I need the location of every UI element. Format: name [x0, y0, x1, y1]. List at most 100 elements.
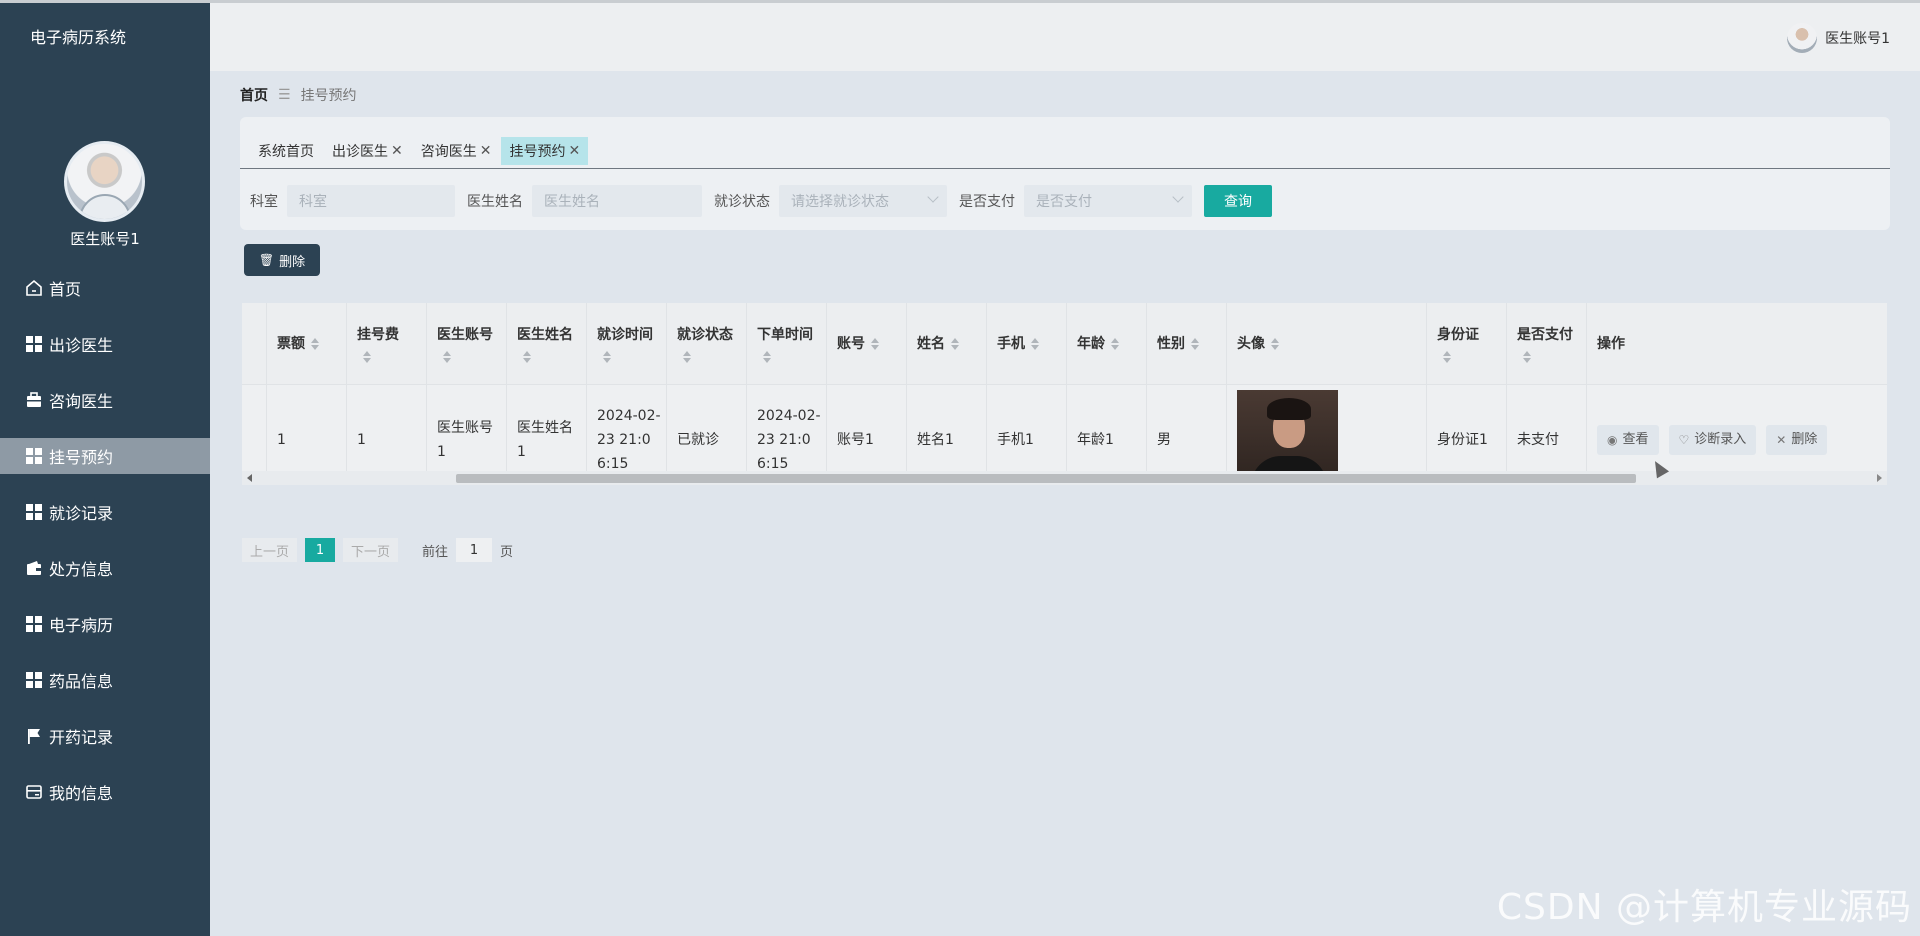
- tab-label: 咨询医生: [421, 141, 477, 161]
- sidebar-item-visit-records[interactable]: 就诊记录: [0, 494, 210, 530]
- sort-icon[interactable]: [1443, 351, 1451, 363]
- scroll-left-icon[interactable]: [247, 474, 252, 482]
- table-header-cell[interactable]: 票额: [267, 303, 346, 385]
- breadcrumb-home[interactable]: 首页: [240, 85, 268, 105]
- table-body: 票额 1 挂号费 1 医生账号 医生账号1 医生姓名 医生姓名1 就诊时间 20…: [242, 303, 1887, 485]
- doctor-name-input[interactable]: 医生姓名: [532, 185, 702, 217]
- visit-status-select[interactable]: 请选择就诊状态: [779, 185, 947, 217]
- table-header-cell[interactable]: 账号: [827, 303, 906, 385]
- sidebar-item-medical-record[interactable]: 电子病历: [0, 606, 210, 642]
- department-label: 科室: [250, 191, 278, 211]
- sort-icon[interactable]: [763, 351, 771, 363]
- page-number-current[interactable]: 1: [305, 538, 335, 562]
- breadcrumb-current: 挂号预约: [301, 85, 357, 105]
- header-label: 头像: [1237, 334, 1265, 354]
- horizontal-scrollbar[interactable]: [242, 471, 1887, 485]
- column-doctor-name: 医生姓名 医生姓名1: [507, 303, 587, 485]
- table-cell: 身份证1: [1427, 385, 1506, 485]
- sidebar-item-appointment[interactable]: 挂号预约: [0, 438, 210, 474]
- table-cell[interactable]: [242, 385, 266, 485]
- scroll-right-icon[interactable]: [1877, 474, 1882, 482]
- header-user-menu[interactable]: 医生账号1: [1787, 23, 1890, 53]
- breadcrumb-separator-icon: ☰: [278, 87, 291, 103]
- eye-icon: ◉: [1607, 428, 1617, 452]
- next-page-button[interactable]: 下一页: [343, 538, 398, 562]
- header-label: 医生账号: [437, 325, 493, 345]
- sort-icon[interactable]: [1523, 351, 1531, 363]
- grid-icon: [25, 671, 43, 689]
- header-label: 就诊时间: [597, 325, 653, 345]
- sidebar-menu: 首页 出诊医生 咨询医生 挂号预约 就诊记录 处方信息 电子: [0, 270, 210, 830]
- table-header-cell[interactable]: 下单时间: [747, 303, 826, 385]
- table-header-cell[interactable]: 年龄: [1067, 303, 1146, 385]
- column-doctor-account: 医生账号 医生账号1: [427, 303, 507, 485]
- department-input[interactable]: 科室: [287, 185, 455, 217]
- paid-select[interactable]: 是否支付: [1024, 185, 1192, 217]
- tab-system-home[interactable]: 系统首页: [250, 137, 322, 165]
- sidebar-item-home[interactable]: 首页: [0, 270, 210, 306]
- table-header-cell[interactable]: 挂号费: [347, 303, 426, 385]
- sidebar-item-prescribing-records[interactable]: 开药记录: [0, 718, 210, 754]
- row-delete-label: 删除: [1791, 428, 1817, 452]
- search-filters: 科室 科室 医生姓名 医生姓名 就诊状态 请选择就诊状态 是否支付 是否支付 查…: [250, 185, 1272, 217]
- sidebar-item-visiting-doctor[interactable]: 出诊医生: [0, 326, 210, 362]
- close-icon[interactable]: ✕: [568, 143, 580, 159]
- sort-icon[interactable]: [1271, 338, 1279, 350]
- sort-icon[interactable]: [683, 351, 691, 363]
- table-header-cell[interactable]: 身份证: [1427, 303, 1506, 385]
- diagnose-button[interactable]: ♡诊断录入: [1669, 425, 1757, 455]
- sort-icon[interactable]: [951, 338, 959, 350]
- close-icon[interactable]: ✕: [391, 143, 403, 159]
- scrollbar-thumb[interactable]: [456, 474, 1636, 483]
- sidebar-item-my-info[interactable]: 我的信息: [0, 774, 210, 810]
- table-cell: 姓名1: [907, 385, 986, 485]
- header-label: 票额: [277, 334, 305, 354]
- table-header-cell[interactable]: 性别: [1147, 303, 1226, 385]
- table-header-cell[interactable]: 医生姓名: [507, 303, 586, 385]
- prev-page-button[interactable]: 上一页: [242, 538, 297, 562]
- table-header-cell[interactable]: 就诊状态: [667, 303, 746, 385]
- table-cell: 医生姓名1: [507, 385, 587, 485]
- table-header-cell[interactable]: 就诊时间: [587, 303, 666, 385]
- table-header-cell[interactable]: 头像: [1227, 303, 1426, 385]
- sort-icon[interactable]: [443, 351, 451, 363]
- batch-delete-button[interactable]: 🗑 删除: [244, 244, 320, 276]
- watermark: CSDN @计算机专业源码: [1497, 878, 1912, 930]
- row-delete-button[interactable]: ✕删除: [1766, 425, 1827, 455]
- sort-icon[interactable]: [311, 338, 319, 350]
- sort-icon[interactable]: [1191, 338, 1199, 350]
- table-header-cell[interactable]: 是否支付: [1507, 303, 1586, 385]
- sort-icon[interactable]: [603, 351, 611, 363]
- tab-visiting-doctor[interactable]: 出诊医生 ✕: [324, 137, 411, 165]
- sort-icon[interactable]: [523, 351, 531, 363]
- sidebar-item-label: 药品信息: [49, 668, 113, 692]
- sidebar-item-consult-doctor[interactable]: 咨询医生: [0, 382, 210, 418]
- goto-page-input[interactable]: 1: [456, 538, 492, 562]
- header-user-name[interactable]: 医生账号1: [1825, 28, 1890, 48]
- sort-icon[interactable]: [1031, 338, 1039, 350]
- tab-consult-doctor[interactable]: 咨询医生 ✕: [413, 137, 500, 165]
- query-button[interactable]: 查询: [1204, 185, 1272, 217]
- table-header-cell[interactable]: 手机: [987, 303, 1066, 385]
- table-header-cell[interactable]: 姓名: [907, 303, 986, 385]
- avatar[interactable]: [64, 141, 145, 222]
- sidebar-item-prescription[interactable]: 处方信息: [0, 550, 210, 586]
- sidebar-item-drug-info[interactable]: 药品信息: [0, 662, 210, 698]
- avatar[interactable]: [1787, 23, 1817, 53]
- sidebar-item-label: 开药记录: [49, 724, 113, 748]
- table-header-cell: [242, 303, 266, 385]
- sort-icon[interactable]: [1111, 338, 1119, 350]
- trash-icon: 🗑: [259, 253, 274, 267]
- table-header-cell[interactable]: 医生账号: [427, 303, 506, 385]
- tab-appointment[interactable]: 挂号预约 ✕: [501, 137, 588, 165]
- column-visit-time: 就诊时间 2024-02-23 21:06:15: [587, 303, 667, 485]
- flag-icon: [25, 727, 43, 745]
- sort-icon[interactable]: [871, 338, 879, 350]
- view-button[interactable]: ◉查看: [1597, 425, 1659, 455]
- sort-icon[interactable]: [363, 351, 371, 363]
- tab-label: 挂号预约: [509, 141, 565, 161]
- close-icon: ✕: [1776, 428, 1786, 452]
- main-content: 首页 ☰ 挂号预约 系统首页 出诊医生 ✕ 咨询医生 ✕ 挂号预约 ✕ 科室: [210, 71, 1920, 936]
- header-label: 手机: [997, 334, 1025, 354]
- close-icon[interactable]: ✕: [480, 143, 492, 159]
